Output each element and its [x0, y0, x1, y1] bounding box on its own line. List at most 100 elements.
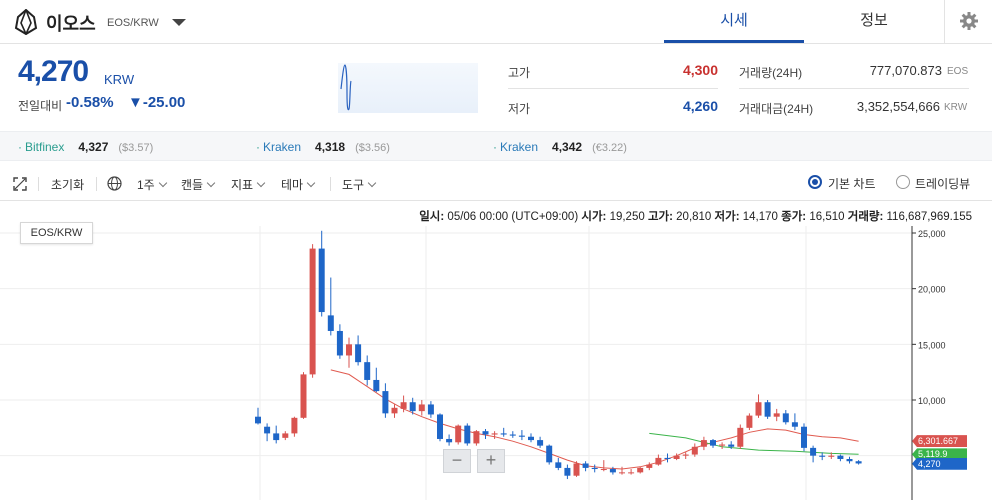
candle-body: [655, 457, 662, 465]
candle-body: [509, 434, 516, 436]
candle-body: [791, 422, 798, 427]
amount-unit: KRW: [944, 102, 968, 113]
price-tag: 6,301.667: [912, 435, 967, 448]
candle-body: [327, 315, 334, 331]
candle-body: [773, 413, 780, 417]
candle-body: [300, 374, 307, 418]
globe-icon[interactable]: [107, 176, 122, 191]
candle-body: [364, 362, 371, 380]
theme-dropdown[interactable]: 테마: [281, 176, 316, 193]
price-tag: 4,270: [912, 457, 967, 470]
chevron-down-icon[interactable]: [172, 19, 186, 26]
candle-body: [619, 472, 625, 474]
tradingview-label[interactable]: 트레이딩뷰: [915, 175, 970, 192]
coin-name: 이오스: [46, 14, 96, 34]
candle-body: [555, 462, 562, 468]
candle-body: [464, 425, 471, 444]
volume-unit: EOS: [947, 66, 969, 77]
exchange-item[interactable]: · Kraken 4,342 (€3.22): [493, 140, 627, 154]
candle-body: [646, 464, 653, 468]
tradingview-radio[interactable]: [896, 175, 910, 189]
exchange-item[interactable]: · Bitfinex 4,327 ($3.57): [18, 140, 153, 154]
tools-dropdown[interactable]: 도구: [342, 176, 377, 193]
indicator-dropdown[interactable]: 지표: [231, 176, 266, 193]
candle-body: [573, 463, 580, 476]
candle-body: [291, 417, 298, 434]
candle-body: [782, 413, 789, 423]
volume-value: 777,070.873: [869, 63, 942, 78]
candle-body: [609, 469, 616, 473]
fullscreen-icon[interactable]: [13, 177, 27, 191]
candle-body: [801, 426, 807, 448]
exchange-price-strip: · Bitfinex 4,327 ($3.57) · Kraken 4,318 ($3.56…: [0, 131, 992, 161]
candle-body: [427, 404, 434, 415]
candle-body: [828, 455, 835, 457]
candle-body: [810, 447, 817, 456]
candle-body: [491, 433, 498, 435]
tab-info[interactable]: 정보: [804, 0, 944, 43]
price-currency: KRW: [104, 72, 135, 87]
divider: [739, 88, 969, 89]
zoom-out-button[interactable]: −: [443, 449, 471, 473]
candle-body: [373, 379, 380, 392]
candle-body: [664, 457, 671, 460]
basic-chart-label[interactable]: 기본 차트: [828, 175, 876, 192]
candle-body: [346, 344, 352, 356]
y-tick-label: 25,000: [918, 229, 946, 239]
candle-body: [719, 444, 726, 446]
candle-body: [455, 425, 462, 443]
ohlc-info-bar: 일시: 05/06 00:00 (UTC+09:00) 시가: 19,250 고…: [419, 211, 972, 223]
candle-dropdown[interactable]: 캔들: [181, 176, 216, 193]
divider: [508, 88, 718, 89]
chart-pair-label: EOS/KRW: [20, 222, 93, 244]
settings-button[interactable]: [944, 0, 992, 43]
candle-body: [582, 463, 589, 468]
change-percent: -0.58%: [66, 94, 114, 111]
candle-body: [710, 440, 716, 446]
eos-logo-icon: [14, 9, 38, 35]
candle-body: [819, 455, 826, 457]
candle-body: [728, 444, 735, 447]
moving-average-red: [330, 369, 859, 470]
candle-body: [336, 330, 343, 356]
high-label: 고가: [508, 66, 531, 80]
candle-body: [746, 415, 753, 428]
candle-body: [846, 459, 853, 462]
zoom-in-button[interactable]: +: [477, 449, 505, 473]
current-price: 4,270: [18, 55, 89, 88]
candle-body: [537, 440, 544, 446]
candle-body: [273, 433, 280, 441]
candle-body: [391, 407, 398, 414]
app-header: 이오스 EOS/KRW 시세 정보: [0, 0, 992, 44]
period-dropdown[interactable]: 1주: [137, 176, 167, 193]
candle-body: [855, 461, 862, 464]
candle-body: [500, 433, 507, 435]
candle-body: [382, 391, 389, 414]
high-value: 4,300: [682, 62, 718, 78]
candle-body: [528, 436, 534, 441]
candle-body: [682, 454, 689, 456]
basic-chart-radio[interactable]: [808, 175, 822, 189]
sparkline-chart: [338, 63, 478, 113]
exchange-item[interactable]: · Kraken 4,318 ($3.56): [256, 140, 390, 154]
coin-pair: EOS/KRW: [107, 17, 159, 29]
reset-button[interactable]: 초기화: [51, 176, 84, 193]
candle-body: [691, 446, 698, 455]
candle-body: [264, 426, 271, 434]
candle-body: [309, 248, 316, 375]
candle-body: [355, 344, 362, 363]
candle-body: [700, 440, 707, 447]
candle-body: [473, 431, 480, 444]
candle-body: [764, 402, 771, 417]
change-label: 전일대비: [18, 99, 63, 113]
candle-body: [437, 414, 443, 439]
tab-price[interactable]: 시세: [664, 0, 804, 43]
candle-body: [282, 433, 289, 438]
gear-icon: [960, 12, 978, 30]
candle-body: [418, 404, 425, 412]
candle-body: [673, 455, 680, 460]
candle-body: [400, 402, 407, 409]
candle-body: [546, 445, 553, 463]
candle-body: [482, 431, 489, 435]
candle-body: [446, 438, 453, 443]
